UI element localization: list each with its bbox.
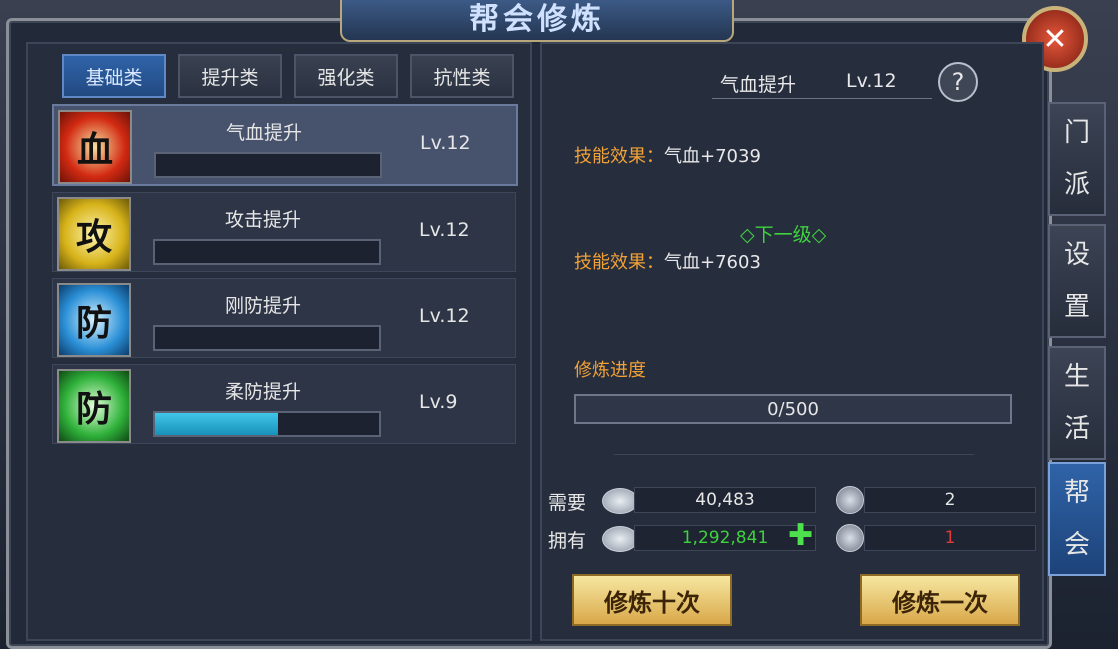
skill-name: 柔防提升 xyxy=(224,381,301,403)
skill-row-soft-defense[interactable]: 防 柔防提升 Lv.9 xyxy=(52,364,516,444)
window-title: 帮会修炼 xyxy=(469,2,605,37)
train-ten-button[interactable]: 修炼十次 xyxy=(572,574,732,626)
skill-list-panel: 基础类 提升类 强化类 抗性类 血 气血提升 Lv.12 攻 攻击提升 Lv.1… xyxy=(26,42,532,641)
effect-label: 技能效果： xyxy=(574,252,664,273)
category-tabs: 基础类 提升类 强化类 抗性类 xyxy=(62,54,514,98)
skill-name: 攻击提升 xyxy=(224,209,301,231)
blood-icon: 血 xyxy=(58,110,132,184)
side-tab-life[interactable]: 生活 xyxy=(1048,346,1106,460)
skill-level: Lv.12 xyxy=(419,219,470,241)
silver-coin-icon xyxy=(602,488,638,514)
detail-title: 气血提升 xyxy=(720,74,797,96)
defense-icon: 防 xyxy=(57,369,131,443)
current-effect: 技能效果：气血+7039 xyxy=(574,142,761,168)
side-tab-guild[interactable]: 帮会 xyxy=(1048,462,1106,576)
next-effect: 技能效果：气血+7603 xyxy=(574,248,761,274)
skill-name: 气血提升 xyxy=(225,122,302,144)
title-underline xyxy=(712,98,932,99)
window-title-plate: 帮会修炼 xyxy=(340,0,734,42)
skill-detail-panel: 气血提升 Lv.12 ? 技能效果：气血+7039 ◇下一级◇ 技能效果：气血+… xyxy=(540,42,1044,641)
need-label: 需要 xyxy=(548,492,587,514)
effect-value: 气血+7039 xyxy=(664,146,761,167)
side-tab-sect[interactable]: 门派 xyxy=(1048,102,1106,216)
skill-level: Lv.9 xyxy=(419,391,458,413)
silver-coin-icon xyxy=(602,526,638,552)
question-icon: ? xyxy=(951,68,965,96)
tab-enhance[interactable]: 强化类 xyxy=(294,54,398,98)
attack-icon: 攻 xyxy=(57,197,131,271)
skill-row-hp[interactable]: 血 气血提升 Lv.12 xyxy=(52,104,518,186)
training-progress-bar: 0/500 xyxy=(574,394,1012,424)
skill-progress-fill xyxy=(155,413,279,435)
skill-level: Lv.12 xyxy=(419,305,470,327)
effect-value: 气血+7603 xyxy=(664,252,761,273)
next-level-label: ◇下一级◇ xyxy=(740,224,827,246)
help-button[interactable]: ? xyxy=(938,62,978,102)
divider xyxy=(614,454,974,455)
progress-label: 修炼进度 xyxy=(574,360,646,381)
tab-basic[interactable]: 基础类 xyxy=(62,54,166,98)
token-icon xyxy=(836,486,864,514)
need-silver-value: 40,483 xyxy=(634,487,816,513)
defense-icon: 防 xyxy=(57,283,131,357)
progress-text: 0/500 xyxy=(767,398,819,420)
detail-level: Lv.12 xyxy=(846,70,897,92)
tab-upgrade[interactable]: 提升类 xyxy=(178,54,282,98)
skill-progress-bar xyxy=(153,411,381,437)
have-label: 拥有 xyxy=(548,530,587,552)
skill-progress-bar xyxy=(153,325,381,351)
need-token-value: 2 xyxy=(864,487,1036,513)
add-silver-icon[interactable]: ✚ xyxy=(788,518,813,553)
tab-resist[interactable]: 抗性类 xyxy=(410,54,514,98)
skill-level: Lv.12 xyxy=(420,132,471,154)
skill-progress-bar xyxy=(154,152,382,178)
token-icon xyxy=(836,524,864,552)
side-tab-settings[interactable]: 设置 xyxy=(1048,224,1106,338)
skill-row-hard-defense[interactable]: 防 刚防提升 Lv.12 xyxy=(52,278,516,358)
skill-row-attack[interactable]: 攻 攻击提升 Lv.12 xyxy=(52,192,516,272)
train-once-button[interactable]: 修炼一次 xyxy=(860,574,1020,626)
have-token-value: 1 xyxy=(864,525,1036,551)
effect-label: 技能效果： xyxy=(574,146,664,167)
skill-progress-bar xyxy=(153,239,381,265)
skill-name: 刚防提升 xyxy=(224,295,301,317)
close-icon: ✕ xyxy=(1042,21,1068,57)
